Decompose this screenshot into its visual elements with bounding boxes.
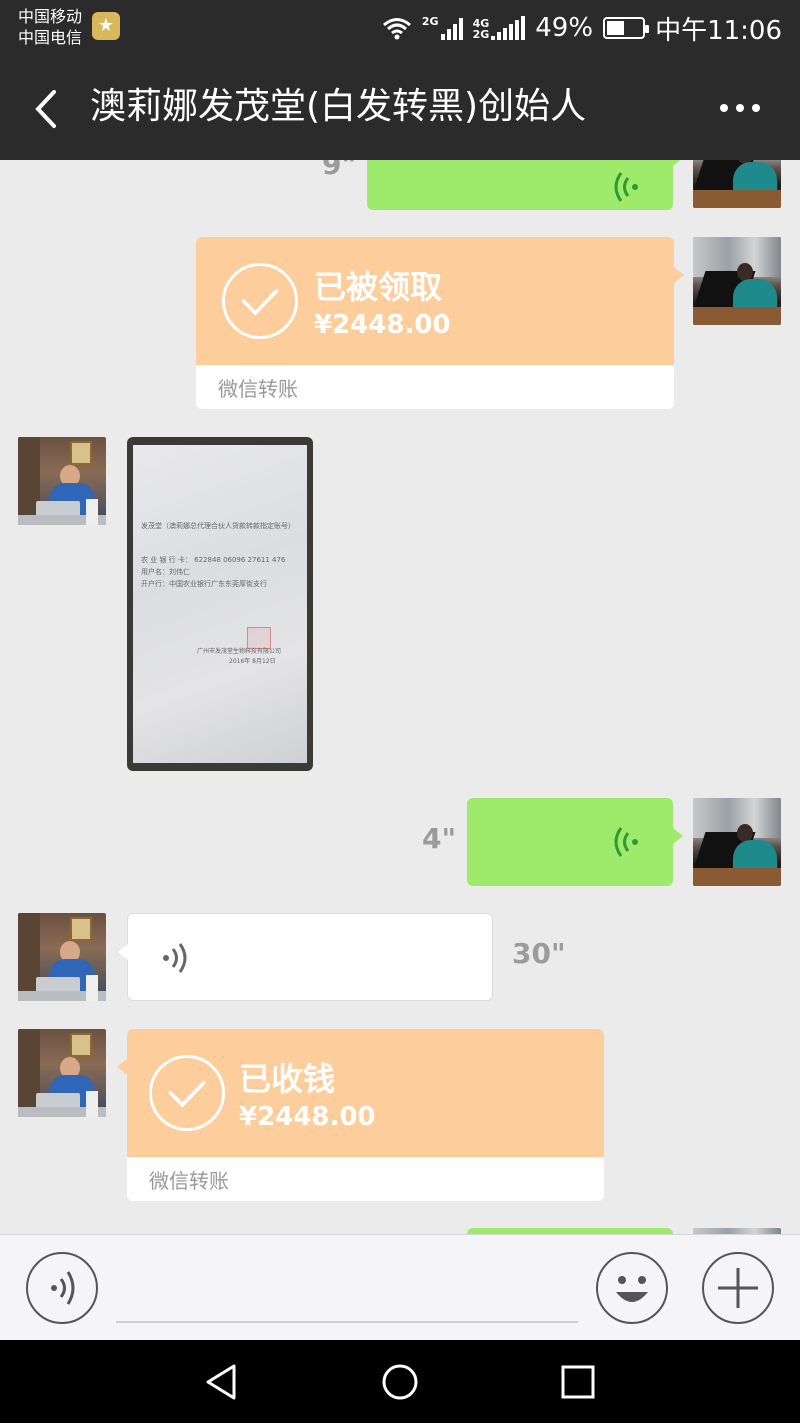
transfer-label: 微信转账 — [218, 377, 298, 401]
message-input[interactable] — [116, 1321, 578, 1323]
doc-line-4: 开户行：中国农业银行广东东莞厚街支行 — [141, 580, 267, 588]
voice-bubble[interactable] — [367, 160, 683, 210]
transfer-card[interactable]: 已收钱 ¥2448.00 微信转账 — [127, 1029, 604, 1201]
avatar-self[interactable] — [693, 160, 781, 208]
more-dots-icon[interactable] — [720, 104, 760, 112]
doc-line-5: 广州市发茂堂生物科技有限公司 — [197, 648, 282, 655]
signal-1: 2G — [422, 16, 463, 40]
voice-duration: 9" — [322, 160, 357, 181]
voice-wave-icon — [163, 943, 187, 973]
message-list[interactable]: 9" 已被领取 ¥2448.00 微信转账 发茂堂（澳莉娜总代理合伙人货款转款指… — [0, 160, 800, 1234]
voice-duration: 4" — [422, 822, 457, 855]
transfer-amount: ¥2448.00 — [314, 310, 451, 340]
voice-mode-button[interactable] — [26, 1252, 98, 1324]
battery-percent: 49% — [535, 13, 594, 43]
check-circle-icon — [222, 263, 298, 339]
voice-icon — [51, 1271, 75, 1305]
doc-line-6: 2016年 8月12日 — [229, 658, 276, 665]
avatar-contact[interactable] — [18, 437, 106, 525]
doc-line-2: 农 业 银 行 卡： 622848 06096 27611 476 — [141, 556, 286, 564]
stamp-seal — [247, 627, 271, 649]
plus-icon — [718, 1268, 758, 1308]
voice-bubble[interactable] — [118, 913, 493, 1001]
carrier-1: 中国移动 — [18, 7, 83, 26]
battery-icon — [603, 17, 650, 39]
avatar-contact[interactable] — [18, 913, 106, 1001]
network-type-2: 4G 2G — [473, 18, 490, 40]
signal-bars-2-icon — [491, 16, 526, 40]
bubble-tail — [674, 267, 684, 283]
android-nav-bar — [0, 1340, 800, 1423]
doc-line-3: 用户名：刘伟仁 — [141, 568, 190, 576]
avatar-self[interactable] — [693, 798, 781, 886]
signal-bars-1-icon — [440, 16, 463, 40]
check-circle-icon — [149, 1055, 225, 1131]
voice-wave-icon — [614, 827, 638, 857]
network-type-1: 2G — [421, 15, 439, 28]
square-recent-icon[interactable] — [556, 1360, 600, 1404]
transfer-status: 已收钱 — [239, 1060, 336, 1098]
voice-wave-icon — [614, 172, 638, 202]
document-photo: 发茂堂（澳莉娜总代理合伙人货款转款指定账号） 农 业 银 行 卡： 622848… — [133, 445, 307, 763]
transfer-status: 已被领取 — [314, 268, 443, 306]
plus-button[interactable] — [702, 1252, 774, 1324]
chat-header: 澳莉娜发茂堂(白发转黑)创始人 — [0, 56, 800, 160]
circle-home-icon[interactable] — [378, 1360, 422, 1404]
doc-line-1: 发茂堂（澳莉娜总代理合伙人货款转款指定账号） — [141, 522, 295, 530]
bubble-tail — [117, 1059, 127, 1075]
status-bar: 中国移动 中国电信 ★ 2G 4G 2G 49% 中午11:06 — [0, 0, 800, 56]
status-right: 2G 4G 2G 49% 中午11:06 — [382, 10, 782, 46]
transfer-card[interactable]: 已被领取 ¥2448.00 微信转账 — [196, 237, 674, 409]
voice-bubble[interactable] — [467, 798, 683, 886]
voice-duration: 30" — [512, 937, 566, 970]
transfer-amount: ¥2448.00 — [239, 1102, 376, 1132]
triangle-back-icon[interactable] — [200, 1360, 244, 1404]
chevron-left-icon[interactable] — [30, 86, 70, 132]
signal-2: 4G 2G — [473, 16, 526, 40]
star-badge-icon: ★ — [92, 12, 120, 40]
wifi-icon — [382, 18, 411, 40]
emoji-icon — [616, 1276, 648, 1302]
chat-title: 澳莉娜发茂堂(白发转黑)创始人 — [90, 86, 587, 127]
input-bar — [0, 1234, 800, 1340]
emoji-button[interactable] — [596, 1252, 668, 1324]
image-message[interactable]: 发茂堂（澳莉娜总代理合伙人货款转款指定账号） 农 业 银 行 卡： 622848… — [127, 437, 313, 771]
carrier-2: 中国电信 — [18, 28, 83, 47]
avatar-contact[interactable] — [18, 1029, 106, 1117]
carrier-labels: 中国移动 中国电信 — [18, 6, 82, 48]
status-time: 中午11:06 — [655, 15, 782, 46]
network-type-2-bottom: 2G — [472, 28, 490, 41]
avatar-self[interactable] — [693, 237, 781, 325]
transfer-label: 微信转账 — [149, 1169, 229, 1193]
